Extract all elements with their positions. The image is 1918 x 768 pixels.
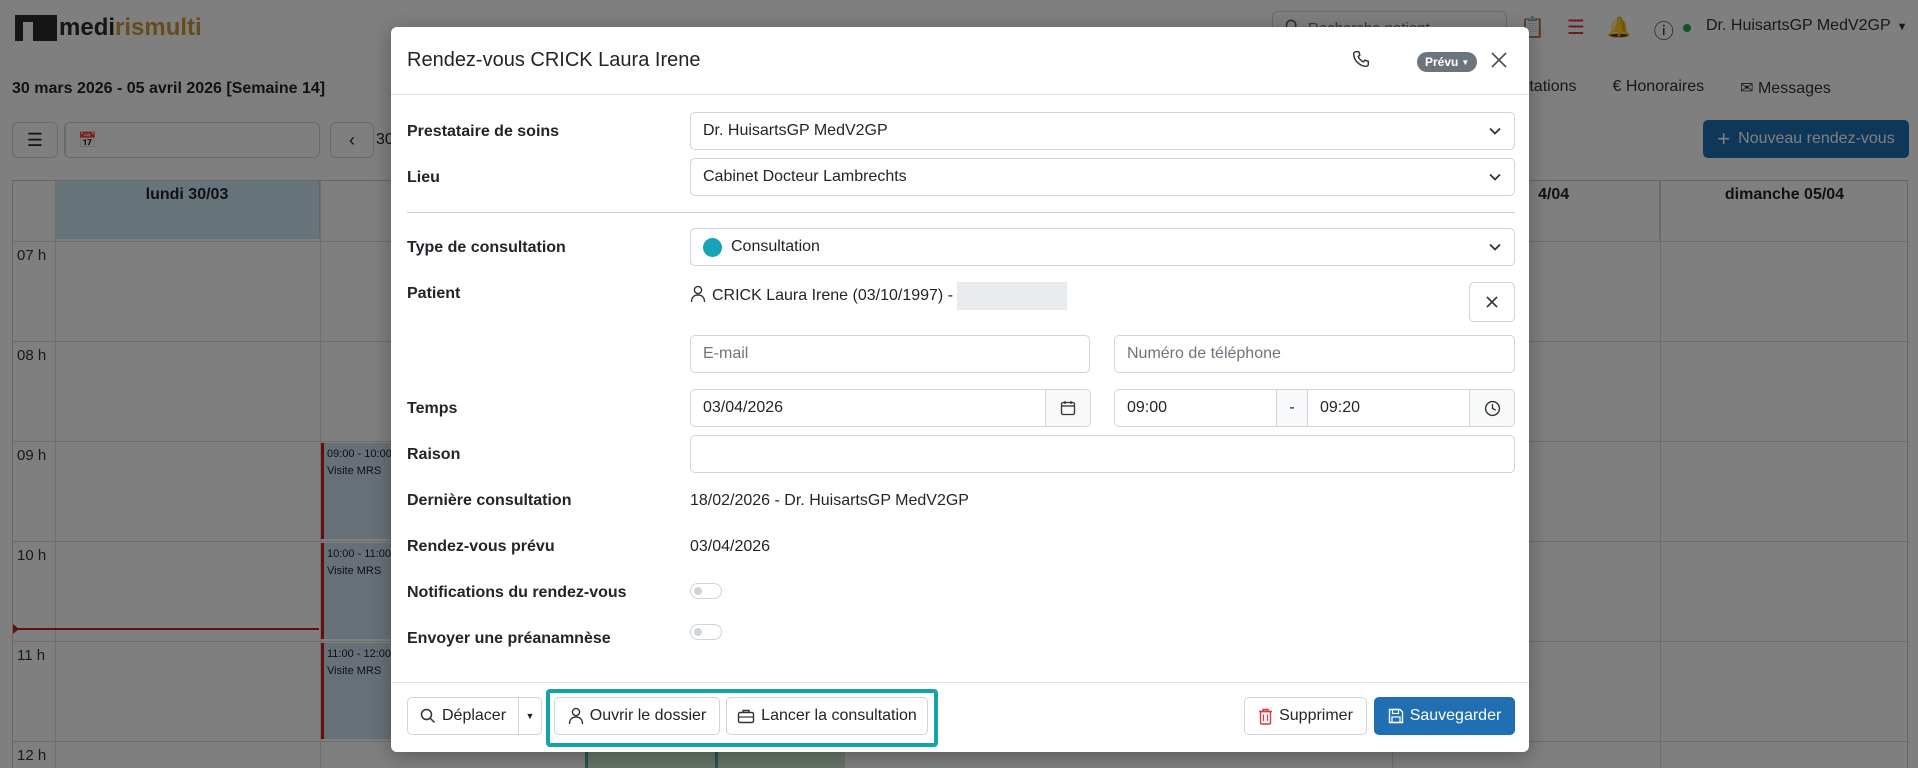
chevron-down-icon [1488,240,1502,259]
appointment-modal: Rendez-vous CRICK Laura Irene Prévu ▼ Pre… [391,27,1529,752]
search-icon [420,708,436,724]
date-field[interactable] [690,389,1046,427]
start-time-field[interactable] [1114,389,1277,427]
save-label: Sauvegarder [1409,707,1502,724]
location-label: Lieu [407,169,440,186]
delete-button[interactable]: Supprimer [1244,697,1367,735]
clear-patient-button[interactable] [1469,282,1515,322]
trash-icon [1259,708,1273,725]
preanamnesis-toggle[interactable] [690,624,722,640]
highlight-box [546,689,938,747]
patient-value[interactable]: CRICK Laura Irene (03/10/1997) - [690,282,1068,310]
caret-down-icon: ▼ [1461,57,1470,67]
planned-appointment-value: 03/04/2026 [690,538,771,555]
save-icon [1388,708,1403,724]
close-icon [1486,296,1498,308]
preanamnesis-label: Envoyer une préanamnèse [407,630,611,647]
move-dropdown-toggle[interactable]: ▼ [518,697,542,735]
caret-down-icon: ▼ [525,711,535,721]
reason-field[interactable] [690,435,1515,473]
consultation-type-select[interactable]: Consultation [690,228,1515,266]
reason-label: Raison [407,446,461,463]
consultation-type-label: Type de consultation [407,239,566,256]
patient-label: Patient [407,285,461,302]
chevron-down-icon [1488,124,1502,143]
delete-label: Supprimer [1279,707,1353,724]
phone-field[interactable] [1114,335,1515,373]
provider-select[interactable]: Dr. HuisartsGP MedV2GP [690,112,1515,150]
provider-value: Dr. HuisartsGP MedV2GP [703,122,888,139]
time-separator: - [1276,389,1308,427]
end-time-field[interactable] [1307,389,1470,427]
provider-label: Prestataire de soins [407,123,560,140]
redacted-block [957,282,1068,310]
clock-icon [1484,400,1500,416]
status-label: Prévu [1425,55,1459,69]
location-select[interactable]: Cabinet Docteur Lambrechts [690,158,1515,196]
email-field[interactable] [690,335,1090,373]
status-badge[interactable]: Prévu ▼ [1417,52,1478,72]
move-label: Déplacer [441,707,507,724]
location-value: Cabinet Docteur Lambrechts [703,168,907,185]
phone-icon[interactable] [1352,50,1370,72]
modal-header: Rendez-vous CRICK Laura Irene Prévu ▼ [391,27,1529,95]
consultation-type-value: Consultation [731,238,820,255]
modal-footer: Déplacer ▼ Ouvrir le dossier Lancer la c… [391,682,1529,752]
save-button[interactable]: Sauvegarder [1374,697,1515,735]
person-icon [690,285,706,308]
notifications-toggle[interactable] [690,583,722,599]
chevron-down-icon [1488,170,1502,189]
last-consultation-value: 18/02/2026 - Dr. HuisartsGP MedV2GP [690,492,969,509]
close-icon [1491,52,1507,68]
planned-appointment-label: Rendez-vous prévu [407,538,555,555]
time-label: Temps [407,400,458,417]
modal-title: Rendez-vous CRICK Laura Irene [407,49,701,71]
calendar-icon [1060,401,1076,416]
notifications-label: Notifications du rendez-vous [407,584,627,601]
section-divider [407,212,1515,213]
patient-name: CRICK Laura Irene (03/10/1997) - [712,287,954,304]
time-picker-button[interactable] [1469,389,1515,427]
close-button[interactable] [1486,45,1512,75]
move-button[interactable]: Déplacer [407,697,519,735]
date-picker-button[interactable] [1045,389,1091,427]
consultation-color-icon [703,237,722,257]
last-consultation-label: Dernière consultation [407,492,572,509]
